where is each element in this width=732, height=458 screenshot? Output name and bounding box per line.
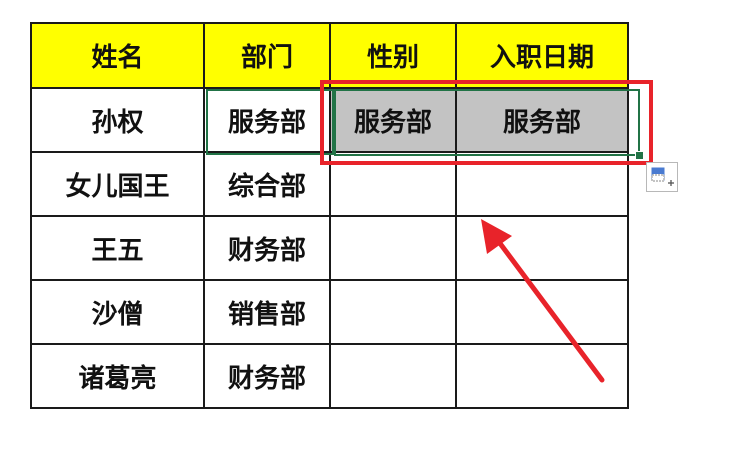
autofill-options-button[interactable] [646, 162, 678, 192]
cell[interactable] [329, 279, 457, 345]
cell-selected[interactable]: 服务部 [455, 87, 629, 153]
autofill-options-icon [651, 167, 674, 186]
cell[interactable]: 销售部 [203, 279, 331, 345]
table-row: 女儿国王 综合部 [30, 151, 629, 217]
cell[interactable] [329, 343, 457, 409]
cell[interactable] [455, 151, 629, 217]
cell[interactable]: 孙权 [30, 87, 205, 153]
header-cell-gender[interactable]: 性别 [329, 22, 457, 89]
cell[interactable]: 财务部 [203, 215, 331, 281]
cell[interactable] [329, 215, 457, 281]
cell[interactable]: 诸葛亮 [30, 343, 205, 409]
header-cell-hire-date[interactable]: 入职日期 [455, 22, 629, 89]
table-row: 孙权 服务部 服务部 服务部 [30, 87, 629, 153]
cell[interactable] [455, 279, 629, 345]
cell-active[interactable]: 服务部 [203, 87, 331, 153]
header-cell-name[interactable]: 姓名 [30, 22, 205, 89]
table-row: 沙僧 销售部 [30, 279, 629, 345]
cell[interactable]: 王五 [30, 215, 205, 281]
fill-handle[interactable] [635, 151, 644, 160]
cell[interactable] [329, 151, 457, 217]
cell[interactable] [455, 215, 629, 281]
table-row: 诸葛亮 财务部 [30, 343, 629, 409]
cell[interactable]: 女儿国王 [30, 151, 205, 217]
cell[interactable]: 综合部 [203, 151, 331, 217]
cell[interactable] [455, 343, 629, 409]
spreadsheet-grid: 姓名 部门 性别 入职日期 孙权 服务部 服务部 服务部 女儿国王 综合部 王五… [30, 22, 629, 409]
header-cell-department[interactable]: 部门 [203, 22, 331, 89]
cell[interactable]: 沙僧 [30, 279, 205, 345]
header-row: 姓名 部门 性别 入职日期 [30, 22, 629, 89]
cell[interactable]: 财务部 [203, 343, 331, 409]
cell-selected[interactable]: 服务部 [329, 87, 457, 153]
table-row: 王五 财务部 [30, 215, 629, 281]
